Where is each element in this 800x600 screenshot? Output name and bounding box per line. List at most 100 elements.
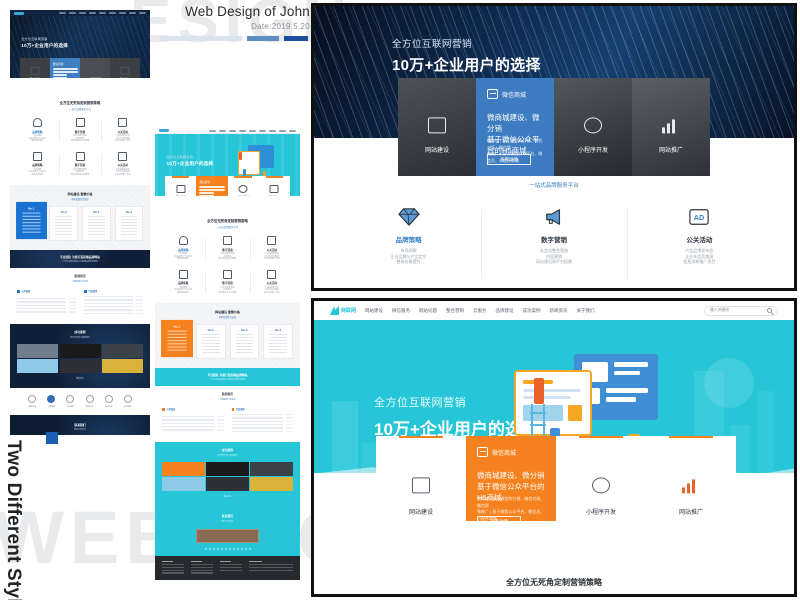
- service-card-promotion[interactable]: 网站推广: [646, 436, 736, 521]
- mock-hero[interactable]: 全方位互联网营销 10万+企业用户的选择 网站建设 微信商城 小程序开发 网站推…: [155, 134, 300, 196]
- illustration-white-screen: [514, 370, 592, 436]
- nav-item-5[interactable]: 品牌建设: [496, 308, 514, 314]
- brand-logo[interactable]: 商联网: [330, 306, 356, 315]
- service-card-strip: 网站建设 微信商城 微商城建设、微分销 基于微信公众平台的H5商城 微商城 | …: [398, 78, 710, 176]
- service-card-website[interactable]: 网站建设: [376, 436, 466, 521]
- service-card-label: 网站推广: [678, 510, 703, 516]
- mock-hero[interactable]: 全方位互联网营销 10万+企业用户的选择 网站建设 微信商城 小程序开发 网站推…: [10, 16, 150, 78]
- card-tag-label: 微信商城: [502, 92, 527, 99]
- card-tag: 微信商城: [487, 89, 526, 99]
- chart-bars-icon: [682, 477, 700, 494]
- features-row: 品牌策略 市场洞察 企业品牌与产品定位 整体形象提升 数字营销 社会化整合营销 …: [336, 207, 772, 279]
- service-card-label: 小程序开发: [577, 148, 608, 154]
- mockup-column-teal[interactable]: 全方位互联网营销 10万+企业用户的选择 网站建设 微信商城 小程序开发 网站推…: [155, 128, 300, 590]
- mock-contact: 联系我们 期待与您合作: [155, 506, 300, 556]
- mock-footer: [155, 555, 300, 581]
- nav-item-3[interactable]: 整合营销: [446, 308, 464, 314]
- mock-band: 专业团队 为您打造高端品牌网站 十年专注网站建设与互联网品牌营销服务: [10, 249, 150, 269]
- magnifier-icon[interactable]: [767, 308, 772, 313]
- nav-item-2[interactable]: 网站问题: [419, 308, 437, 314]
- feature-pr-events[interactable]: AD 公关活动 产品品牌发布会 企业年会及路演 信息流和推广项目: [626, 207, 772, 279]
- vertical-label: Two Different Styles of internet company…: [3, 440, 209, 600]
- shop-icon: [487, 89, 498, 99]
- bottom-caption: 全方位无死角定制营销策略: [506, 578, 602, 587]
- feature-brand-strategy[interactable]: 品牌策略 市场洞察 企业品牌与产品定位 整体形象提升: [336, 207, 481, 279]
- nav-item-8[interactable]: 关于我们: [577, 308, 595, 314]
- card-top-accent: [669, 436, 713, 438]
- service-card-label: 网站建设: [424, 148, 449, 154]
- hero-eyebrow: 全方位互联网营销: [392, 39, 473, 50]
- vertical-label-main: Two Different Styles: [3, 440, 24, 600]
- service-card-promotion[interactable]: 网站推广: [632, 78, 710, 176]
- ad-badge-icon: AD: [688, 207, 710, 227]
- preview-panel-dark[interactable]: 全方位互联网营销 10万+企业用户的选择 网站建设 微信商城 微商城建设、微分销…: [311, 3, 797, 291]
- service-card-label: 网站推广: [658, 148, 683, 154]
- mock-news: 新闻资讯 了解最新行业动态 公司动态 行业资讯: [155, 386, 300, 443]
- nav-item-7[interactable]: 新闻资讯: [550, 308, 568, 314]
- service-card-website[interactable]: 网站建设: [398, 78, 476, 176]
- feature-desc: 市场洞察 企业品牌与产品定位 整体形象提升: [390, 248, 427, 265]
- nav-item-6[interactable]: 成功案例: [523, 308, 541, 314]
- service-card-miniprogram[interactable]: 小程序开发: [554, 78, 632, 176]
- accent-bars: [160, 36, 308, 41]
- shop-icon: [477, 447, 488, 457]
- feature-label: 数字营销: [540, 237, 567, 244]
- nav-item-4[interactable]: 云服务: [473, 308, 487, 314]
- card-tag: 微信商城: [477, 447, 516, 457]
- card-tag-label: 微信商城: [492, 450, 517, 457]
- mock-contact: 联系我们 期待与您合作 2019.10: [10, 414, 150, 435]
- service-card-strip: 网站建设 微信商城 微商城建设、微分销 基于微信公众平台的H5商城 微商城 | …: [376, 436, 736, 521]
- search-box[interactable]: 输入关键词: [704, 305, 778, 316]
- mock-portfolio: 成功案例 部分合作客户案例展示 查看更多: [10, 324, 150, 389]
- site-navbar: 商联网 网站建设 微信服务 网站问题 整合营销 云服务 品牌建设 成功案例 新闻资讯 关于我们 …: [314, 301, 794, 320]
- mock-pricing: 网站建设 套餐价格 多种套餐任您选择 No.1 No.2 No.3 No.4: [155, 302, 300, 368]
- features-subheading: 一站式品牌服务平台: [529, 183, 579, 189]
- hero-teal: 全方位互联网营销 10万+企业用户的选择 网站建设 微信商城 微商城建设、微分销…: [314, 320, 794, 521]
- megaphone-icon: [543, 207, 565, 227]
- mock-news: 新闻资讯 了解最新行业动态 公司动态 行业资讯: [10, 268, 150, 325]
- service-card-miniprogram[interactable]: 小程序开发: [556, 436, 646, 521]
- wechat-mini-icon: [592, 477, 610, 494]
- monitor-icon: [412, 477, 430, 494]
- poster-canvas: ESIGN WEB D G Web Design of John Date:20…: [0, 0, 800, 600]
- mountain-logo-icon: [330, 306, 339, 315]
- page-title: Web Design of John: [185, 4, 310, 19]
- feature-digital-marketing[interactable]: 数字营销 社会化整合营销 内容营销 网站建设和平台搭建: [481, 207, 626, 279]
- feature-desc: 社会化整合营销 内容营销 网站建设和平台搭建: [535, 248, 572, 265]
- card-detail-button[interactable]: 查看详情: [477, 516, 521, 521]
- mock-pricing: 网站建设 套餐价格 多种套餐任您选择 No.1 No.2 No.3 No.4: [10, 184, 150, 250]
- svg-text:AD: AD: [694, 213, 705, 222]
- accent-bar-mid: [247, 36, 279, 41]
- accent-bar-dark: [284, 36, 308, 41]
- monitor-icon: [428, 117, 446, 134]
- service-card-label: 网站建设: [408, 510, 433, 516]
- illustration-person-orange: [534, 378, 544, 404]
- mock-band: 专业团队 为您打造高端品牌网站 十年专注网站建设与互联网品牌营销服务: [155, 367, 300, 387]
- nav-item-1[interactable]: 微信服务: [392, 308, 410, 314]
- wechat-mini-icon: [584, 117, 602, 134]
- card-top-accent: [399, 436, 443, 438]
- diamond-icon: [397, 207, 420, 227]
- brand-name: 商联网: [341, 308, 357, 314]
- mock-features: 全方位无死角定制营销策略 一站式品牌服务平台 品牌策略 市场洞察 企业品牌与产品定位…: [10, 78, 150, 185]
- accent-bar-light: [160, 36, 242, 41]
- preview-panel-teal[interactable]: 商联网 网站建设 微信服务 网站问题 整合营销 云服务 品牌建设 成功案例 新闻资讯 关于我们 …: [311, 298, 797, 597]
- nav-item-0[interactable]: 网站建设: [365, 308, 383, 314]
- service-card-wechat-mall[interactable]: 微信商城 微商城建设、微分销 基于微信公众平台的H5商城 微商城 | 基于微信的…: [476, 78, 554, 176]
- service-card-label: 小程序开发: [585, 510, 616, 516]
- nav-items: 网站建设 微信服务 网站问题 整合营销 云服务 品牌建设 成功案例 新闻资讯 关于我们: [365, 308, 595, 314]
- feature-label: 公关活动: [686, 237, 713, 244]
- hero-headline: 10万+企业用户的选择: [392, 57, 541, 74]
- card-top-accent: [579, 436, 623, 438]
- feature-label: 品牌策略: [395, 237, 422, 244]
- circle-decor: [704, 358, 754, 408]
- feature-desc: 产品品牌发布会 企业年会及路演 信息流和推广项目: [683, 248, 716, 265]
- mock-features: 全方位无死角定制营销策略 一站式品牌服务平台 品牌策略 市场洞察 企业品牌与产品定位…: [155, 196, 300, 303]
- mock-steps: 需求沟通 › 方案策划 › 设计制作 › 程序开发 › 测试上线 › 售后维护: [10, 388, 150, 415]
- search-input[interactable]: 输入关键词: [710, 308, 729, 313]
- card-detail-button[interactable]: 查看详情: [487, 154, 531, 165]
- mockup-column-dark[interactable]: 全方位互联网营销 10万+企业用户的选择 网站建设 微信商城 小程序开发 网站推…: [10, 10, 150, 435]
- poster-title-block: Web Design of John Date:2019.5.20: [150, 4, 310, 31]
- service-card-wechat-mall[interactable]: 微信商城 微商城建设、微分销 基于微信公众平台的H5商城 微商城 | 基于微信的…: [466, 436, 556, 521]
- hero-text: 全方位互联网营销 10万+企业用户的选择: [392, 36, 541, 75]
